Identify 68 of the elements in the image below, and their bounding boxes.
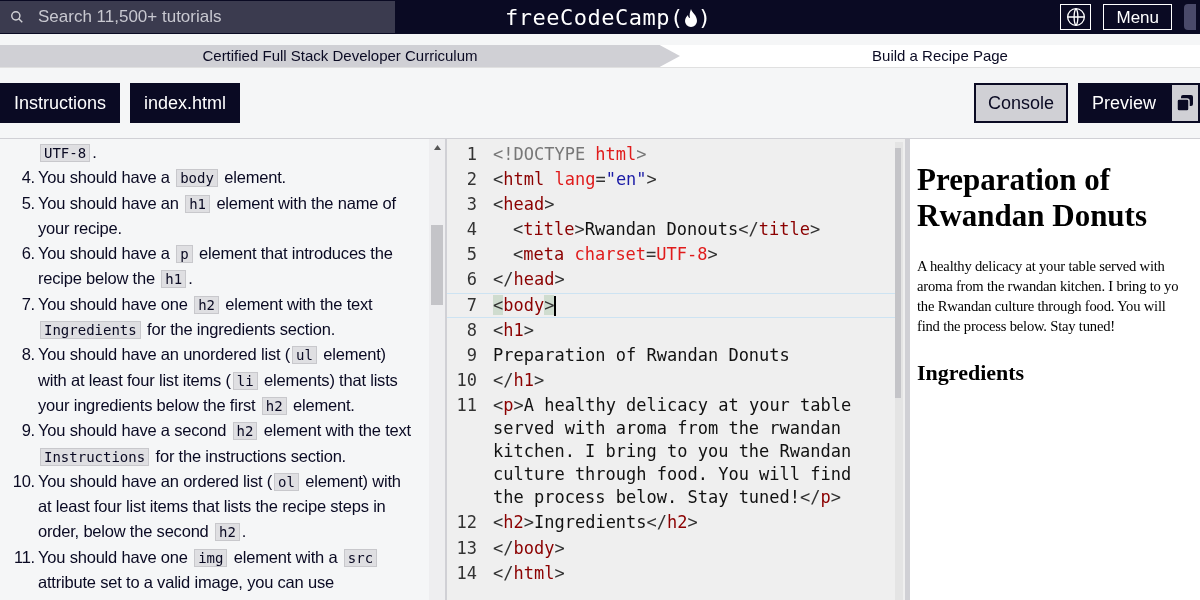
search-icon xyxy=(10,10,24,24)
scrollbar[interactable] xyxy=(429,139,445,600)
code-line: <p>A healthy delicacy at your table served with aroma from the rwandan kitchen. I bring to you the Rwandan culture through food. You will find the process below. Stay tuned!</p> xyxy=(493,393,853,510)
window-stack-icon xyxy=(1176,94,1194,112)
language-button[interactable] xyxy=(1060,4,1092,30)
menu-button[interactable]: Menu xyxy=(1103,4,1172,30)
instruction-text: You should have an ordered list ( ol element) with at least four list items that lists the recipe steps in order, below the second h2 . xyxy=(38,470,402,544)
code-line: Preparation of Rwandan Donuts xyxy=(493,343,791,367)
code-line: <h1> xyxy=(493,318,535,342)
code-line: <title>Rwandan Donouts</title> xyxy=(513,218,822,242)
globe-icon xyxy=(1065,7,1086,27)
panel-tab[interactable]: Instructions xyxy=(0,83,121,123)
project-breadcrumb[interactable]: Build a Recipe Page xyxy=(680,45,1200,67)
popout-button[interactable] xyxy=(1170,83,1200,123)
list-number: 8. xyxy=(20,344,36,366)
preview-heading: Preparation of Rwandan Donuts xyxy=(917,162,1148,234)
code-line: </h1> xyxy=(493,368,546,392)
list-number: 4. xyxy=(20,167,36,189)
code-line: <meta charset=UTF-8> xyxy=(513,243,719,267)
line-number: 8 xyxy=(465,318,477,342)
list-number: 10. xyxy=(11,470,36,492)
instruction-text: You should have an unordered list ( ul element) with at least four list items ( li elements) that lists your ingredients below the first h2 element. xyxy=(38,344,399,417)
code-line: <head> xyxy=(493,193,556,217)
code-line: <!DOCTYPE html> xyxy=(493,143,648,166)
preview-subheading: Ingredients xyxy=(917,359,1026,387)
line-number: 7 xyxy=(465,293,477,317)
line-number: 2 xyxy=(465,168,477,192)
panel-tab[interactable]: index.html xyxy=(130,83,241,123)
curriculum-breadcrumb[interactable]: Certified Full Stack Developer Curriculum xyxy=(0,45,680,67)
line-number: 11 xyxy=(455,393,477,417)
line-number: 12 xyxy=(455,511,477,535)
instruction-text: You should have a body element. xyxy=(38,167,287,190)
line-number: 13 xyxy=(455,536,477,560)
code-line: <html lang="en"> xyxy=(493,168,658,192)
scrollbar[interactable] xyxy=(895,142,903,600)
list-number: 11. xyxy=(12,546,36,568)
line-number: 14 xyxy=(455,561,477,585)
panel-tab[interactable]: Console xyxy=(973,83,1068,123)
scroll-up-icon[interactable] xyxy=(433,145,441,150)
scroll-thumb[interactable] xyxy=(431,225,443,305)
instruction-text: You should have a second h2 element with the text Instructions for the instructions section. xyxy=(38,420,412,468)
instruction-text: You should have one h2 element with the text Ingredients for the ingredients section. xyxy=(38,293,374,342)
search-field[interactable]: Search 11,500+ tutorials xyxy=(0,1,395,33)
line-number: 6 xyxy=(465,268,477,292)
list-number: 5. xyxy=(20,192,36,214)
panel-tab[interactable]: Preview xyxy=(1077,83,1170,123)
line-number: 4 xyxy=(465,218,477,242)
list-number: 9. xyxy=(20,420,36,442)
line-number: 5 xyxy=(465,243,477,267)
line-number: 1 xyxy=(465,143,477,166)
code-line: </html> xyxy=(493,561,566,585)
logo[interactable]: freeCodeCamp( ) xyxy=(505,1,712,34)
scroll-thumb[interactable] xyxy=(895,148,901,398)
list-number: 7. xyxy=(20,293,36,315)
instruction-text: You should have an h1 element with the name of your recipe. xyxy=(38,192,397,239)
flame-icon xyxy=(683,7,698,28)
instruction-text: You should have a p element that introduces the recipe below the h1 . xyxy=(38,243,394,291)
line-number: 10 xyxy=(455,368,477,392)
list-number: 6. xyxy=(20,243,36,265)
code-line: </head> xyxy=(493,268,566,292)
code-line: <h2>Ingredients</h2> xyxy=(493,511,699,535)
code-line: </body> xyxy=(493,536,566,560)
preview-paragraph: A healthy delicacy at your table served with aroma from the rwandan kitchen. I bring to yo the Rwandan culture through food. You will find the process below. Stay tuned! xyxy=(917,257,1180,336)
line-number: 3 xyxy=(465,193,477,217)
line-number: 9 xyxy=(465,343,477,367)
instruction-text: UTF-8 . xyxy=(38,140,418,166)
code-line: <body> xyxy=(493,293,558,317)
instruction-text: You should have one img element with a src attribute set to a valid image, you can use xyxy=(38,544,418,596)
